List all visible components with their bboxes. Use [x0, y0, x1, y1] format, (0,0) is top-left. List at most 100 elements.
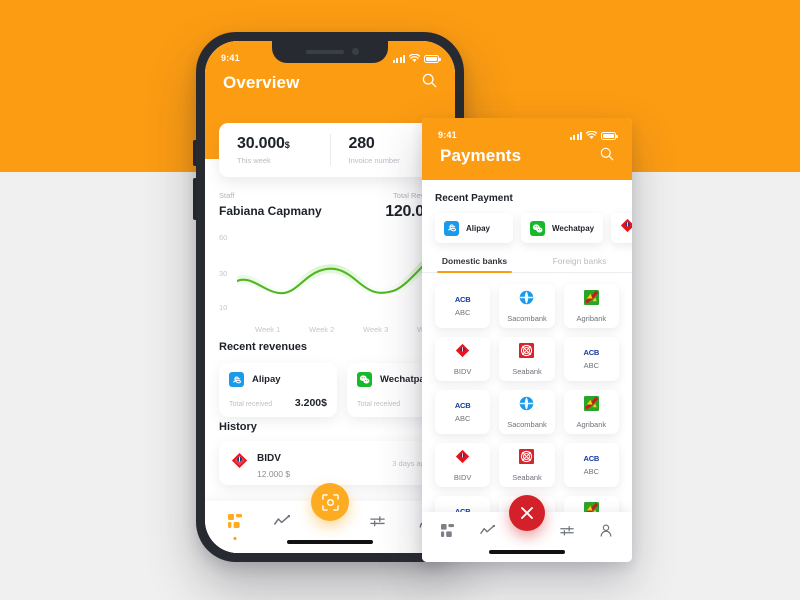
battery-icon — [424, 54, 441, 63]
search-icon[interactable] — [422, 73, 437, 93]
x-tick-week-1: Week 1 — [255, 325, 281, 334]
bank-name: Agribank — [576, 419, 607, 429]
bank-name: Sacombank — [507, 419, 547, 429]
tab-active-indicator — [233, 537, 237, 540]
wechat-icon — [530, 220, 545, 236]
earpiece-speaker — [306, 50, 344, 54]
front-camera — [352, 48, 359, 55]
bank-name: ABC — [454, 414, 471, 423]
bank-item[interactable]: BIDV — [435, 337, 491, 381]
bank-item[interactable]: ACB ABC — [435, 284, 491, 328]
grid-icon — [227, 514, 242, 528]
payment-chip-name: Alipay — [466, 223, 491, 233]
bank-category-tabs: Domestic banks Foreign banks — [422, 256, 632, 273]
seabank-icon — [519, 448, 535, 469]
agribank-icon — [583, 289, 599, 310]
recent-revenues-title: Recent revenues — [219, 341, 308, 353]
bank-item[interactable]: ACB ABC — [435, 390, 491, 434]
staff-label: Staff — [219, 191, 235, 200]
user-icon — [600, 524, 612, 537]
x-tick-week-3: Week 3 — [363, 325, 389, 334]
sliders-icon — [559, 526, 574, 536]
payment-chip-wallet[interactable]: Wallet — [611, 213, 632, 243]
grid-icon — [441, 524, 455, 537]
bank-item[interactable]: Agribank — [563, 284, 619, 328]
cellular-signal-icon — [569, 131, 582, 140]
revenue-card-amount: 3.200$ — [294, 397, 327, 409]
recent-payment-list: Alipay Wechatpay Wallet — [422, 204, 632, 243]
bidv-icon — [455, 449, 470, 469]
payments-header-background: 9:41 Payments — [422, 118, 632, 180]
bank-item[interactable]: ACB ABC — [563, 337, 619, 381]
history-item-name: BIDV — [257, 452, 281, 464]
staff-name: Fabiana Capmany — [219, 204, 322, 218]
bank-name: Seabank — [512, 472, 542, 482]
chart-line-icon — [274, 515, 291, 525]
screenshot-stage: 9:41 Overview 30.000$ This week 280 Invo… — [0, 0, 800, 600]
bottom-tab-bar — [205, 483, 455, 553]
seabank-icon — [519, 342, 535, 363]
staff-revenue-row: Staff Fabiana Capmany Total Revenue 120.… — [219, 191, 441, 221]
payment-chip-wechatpay[interactable]: Wechatpay — [521, 213, 604, 243]
tab-profile[interactable] — [593, 519, 619, 543]
revenue-card-name: Alipay — [252, 374, 281, 385]
revenue-line-chart: 60 30 10 Week 1 Week 2 Week 3 — [219, 233, 455, 337]
y-tick-60: 60 — [219, 233, 228, 242]
x-tick-week-2: Week 2 — [309, 325, 335, 334]
home-indicator — [287, 540, 373, 544]
sacombank-icon — [519, 290, 534, 310]
alipay-icon — [229, 372, 244, 387]
stat-value: 280 — [348, 135, 375, 152]
phone-overview-screen: 9:41 Overview 30.000$ This week 280 Invo… — [205, 41, 455, 553]
status-bar: 9:41 — [422, 118, 632, 146]
bank-name: ABC — [583, 361, 600, 370]
bank-item[interactable]: Seabank — [499, 337, 555, 381]
wifi-icon — [409, 53, 420, 62]
payment-chip-alipay[interactable]: Alipay — [435, 213, 513, 243]
history-item-amount: 12.000 $ — [257, 468, 291, 479]
y-tick-10: 10 — [219, 303, 228, 312]
bank-name: Agribank — [576, 313, 607, 323]
sliders-icon — [370, 516, 385, 527]
scan-fab-button[interactable] — [311, 483, 349, 521]
revenue-card-alipay[interactable]: Alipay Total received 3.200$ — [219, 363, 337, 417]
bank-item[interactable]: BIDV — [435, 443, 491, 487]
tab-domestic-banks[interactable]: Domestic banks — [422, 256, 527, 273]
tab-filters[interactable] — [363, 508, 393, 534]
bank-item[interactable]: Seabank — [499, 443, 555, 487]
history-item-bidv[interactable]: BIDV 12.000 $ 3 days ago — [219, 441, 441, 485]
recent-payment-title: Recent Payment — [435, 193, 513, 204]
bank-name: ABC — [583, 467, 600, 476]
stat-label: This week — [237, 156, 271, 165]
home-indicator — [489, 550, 565, 554]
bank-item[interactable]: Agribank — [563, 390, 619, 434]
tab-analytics[interactable] — [267, 508, 297, 534]
payment-chip-name: Wechatpay — [552, 223, 595, 233]
tab-grid[interactable] — [435, 519, 461, 543]
tab-grid[interactable] — [220, 508, 250, 540]
stat-unit: $ — [284, 140, 290, 150]
phone-payments-device: 9:41 Payments Recent Payment Alipay Wech… — [422, 118, 632, 562]
revenue-card-label: Total received — [357, 401, 401, 408]
tab-foreign-banks[interactable]: Foreign banks — [527, 256, 632, 272]
close-icon — [521, 507, 533, 519]
bank-item[interactable]: ACB ABC — [563, 443, 619, 487]
close-fab-button[interactable] — [509, 495, 545, 531]
tab-filters[interactable] — [554, 519, 580, 543]
bidv-icon — [231, 452, 248, 474]
acb-icon: ACB — [454, 295, 471, 304]
battery-icon — [601, 131, 618, 140]
stat-value: 30.000 — [237, 135, 285, 152]
search-icon[interactable] — [600, 147, 614, 166]
bottom-tab-bar — [422, 495, 632, 562]
bidv-icon — [455, 343, 470, 363]
bank-name: Sacombank — [507, 313, 547, 323]
alipay-icon — [444, 220, 459, 236]
bank-item[interactable]: Sacombank — [499, 284, 555, 328]
acb-icon: ACB — [454, 401, 471, 410]
bank-item[interactable]: Sacombank — [499, 390, 555, 434]
revenue-card-label: Total received — [229, 401, 273, 408]
scan-icon — [321, 493, 339, 511]
tab-analytics[interactable] — [474, 519, 500, 543]
y-tick-30: 30 — [219, 269, 228, 278]
